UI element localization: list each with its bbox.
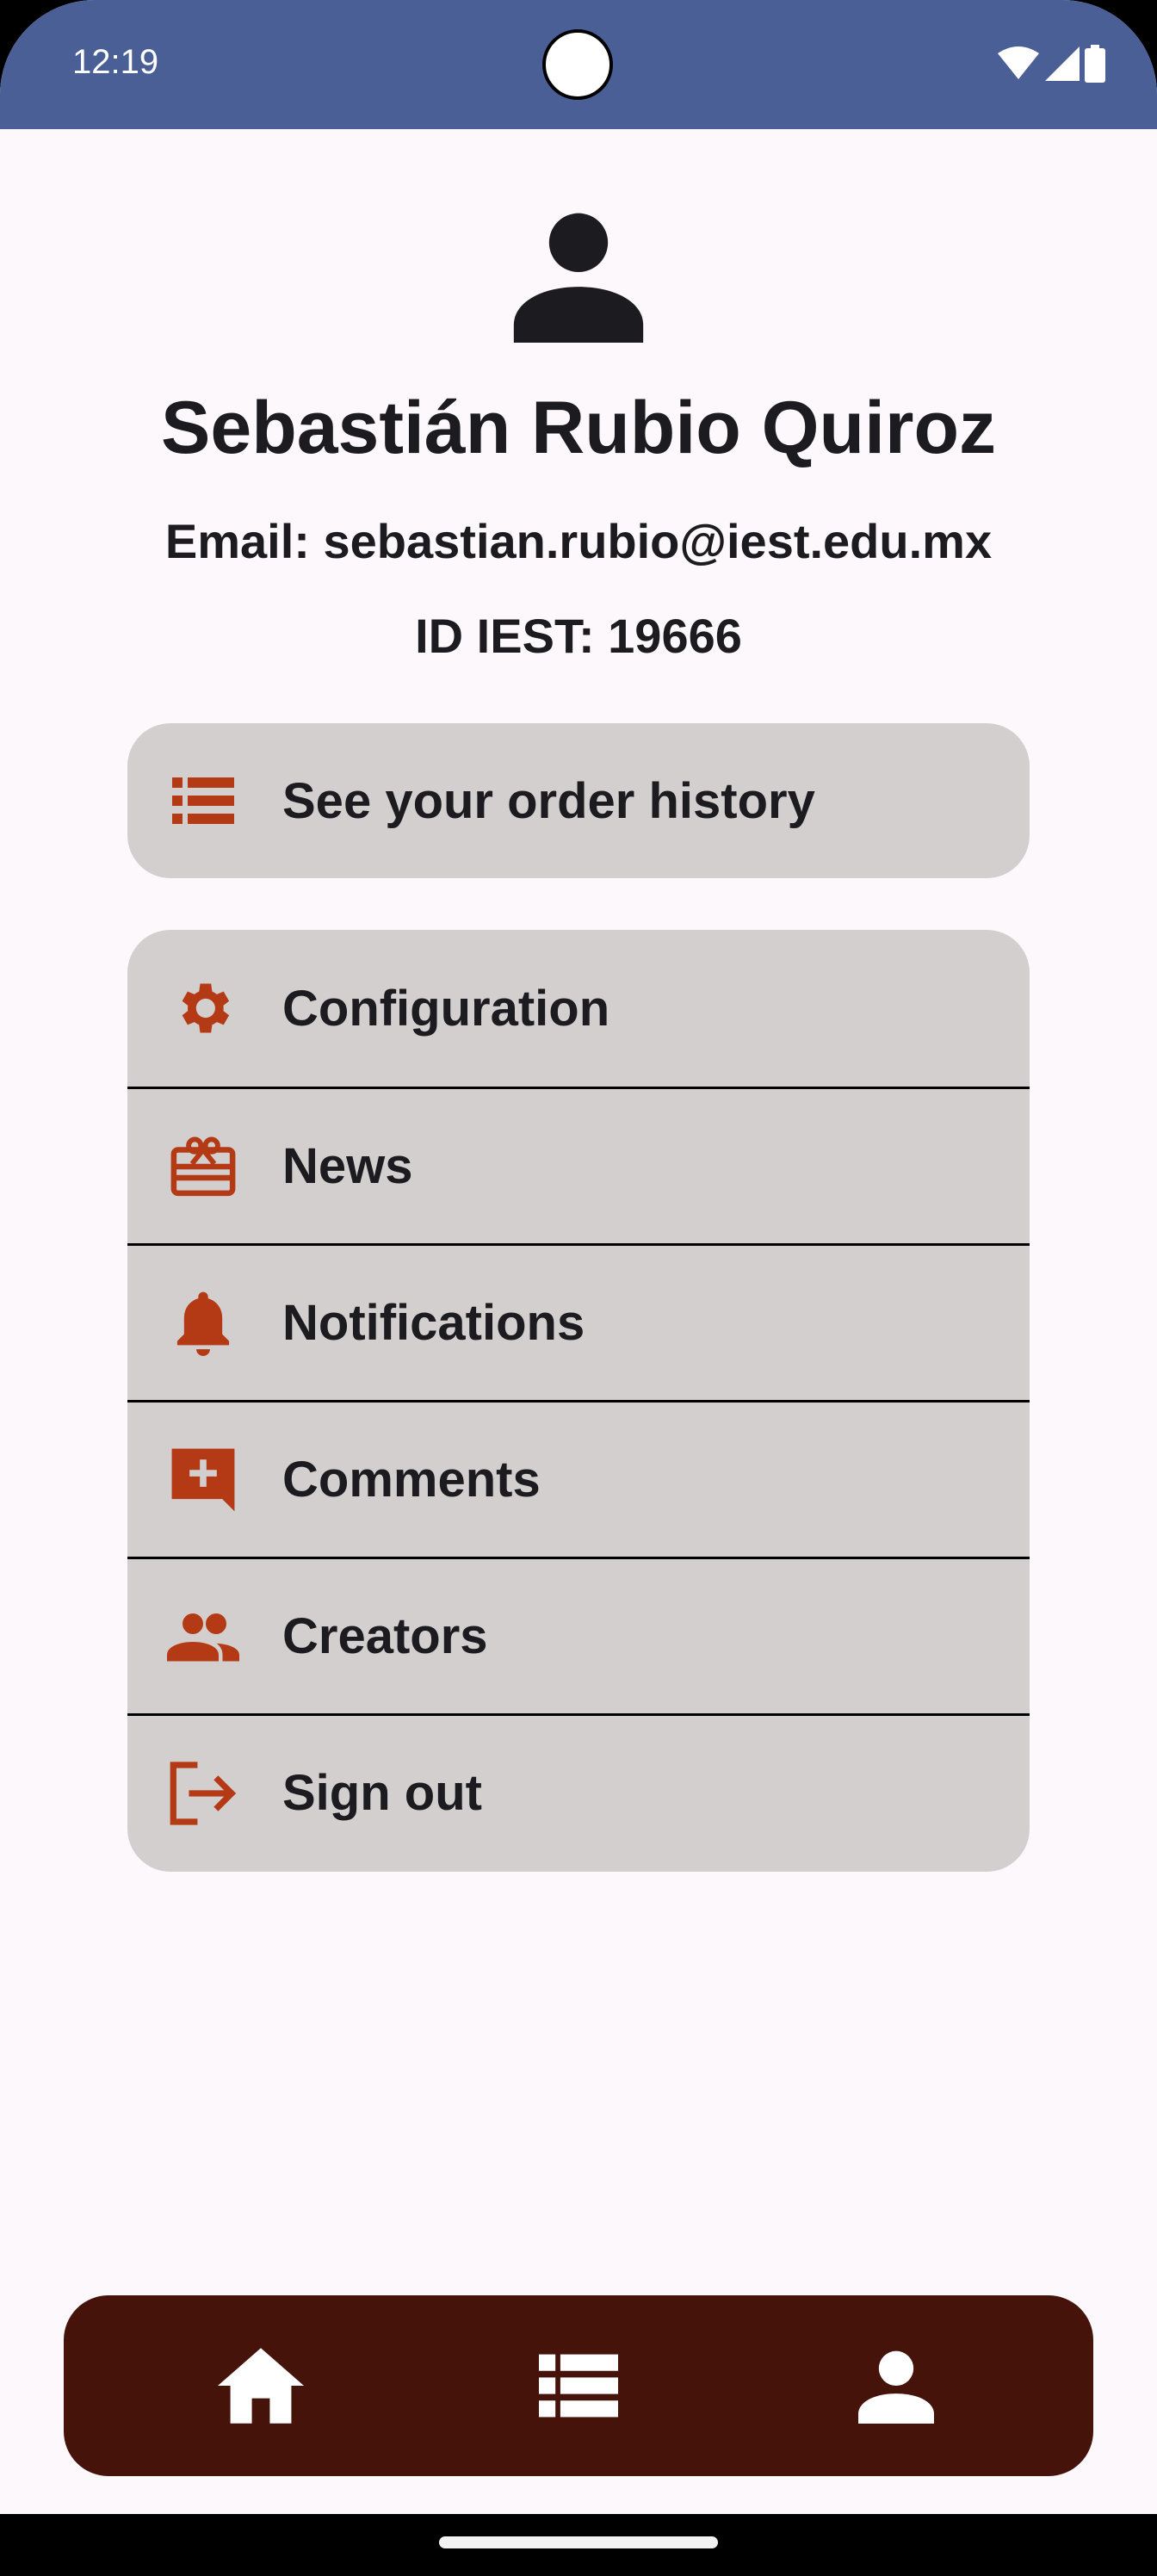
profile-email: Email: sebastian.rubio@iest.edu.mx (164, 514, 993, 568)
order-history-card: See your order history (127, 723, 1030, 878)
profile-id: ID IEST: 19666 (415, 609, 742, 663)
person-icon (858, 2350, 934, 2424)
app-screen: 12:19 Sebastián Rubio Quiroz Email: seba… (0, 0, 1157, 2576)
nav-profile-button[interactable] (849, 2338, 944, 2433)
list-icon (167, 765, 239, 837)
gear-icon (167, 972, 239, 1044)
menu-item-label: Sign out (282, 1765, 482, 1821)
menu-item-sign-out[interactable]: Sign out (127, 1713, 1030, 1870)
menu-item-comments[interactable]: Comments (127, 1400, 1030, 1557)
menu-item-notifications[interactable]: Notifications (127, 1243, 1030, 1400)
add-comment-icon (167, 1444, 239, 1516)
people-icon (167, 1601, 239, 1673)
bottom-navigation (64, 2295, 1093, 2476)
status-bar: 12:19 (0, 0, 1157, 129)
signal-icon (1045, 46, 1080, 81)
menu-item-label: Configuration (282, 980, 610, 1037)
list-icon (539, 2354, 618, 2418)
order-history-button[interactable]: See your order history (127, 723, 1030, 878)
gift-card-icon (167, 1130, 239, 1203)
status-time: 12:19 (72, 43, 159, 81)
menu-item-configuration[interactable]: Configuration (127, 930, 1030, 1087)
menu-item-label: News (282, 1138, 413, 1194)
person-icon (513, 213, 644, 343)
bell-icon (167, 1287, 239, 1359)
menu-item-creators[interactable]: Creators (127, 1557, 1030, 1713)
settings-menu: Configuration News Notifications Comment… (127, 930, 1030, 1872)
menu-item-label: Creators (282, 1608, 488, 1664)
profile-name: Sebastián Rubio Quiroz (161, 387, 996, 469)
menu-item-label: Comments (282, 1452, 541, 1508)
nav-home-button[interactable] (213, 2338, 308, 2433)
status-icons (997, 43, 1105, 84)
home-gesture-handle[interactable] (439, 2536, 718, 2548)
menu-item-news[interactable]: News (127, 1087, 1030, 1243)
wifi-icon (998, 46, 1039, 79)
home-icon (218, 2348, 304, 2424)
front-camera (542, 29, 613, 100)
logout-icon (167, 1757, 239, 1830)
battery-icon (1085, 45, 1105, 83)
nav-list-button[interactable] (531, 2338, 626, 2433)
menu-item-label: Notifications (282, 1295, 585, 1351)
order-history-label: See your order history (282, 772, 815, 829)
